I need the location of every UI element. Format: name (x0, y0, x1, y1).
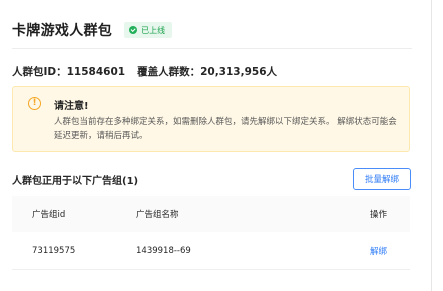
status-badge-label: 已上线 (141, 25, 166, 35)
header-divider (12, 48, 412, 49)
panel-header: 卡牌游戏人群包 已上线 (12, 20, 173, 40)
ad-group-name-cell: 1439918--69 (136, 245, 191, 256)
package-id-value: 11584601 (66, 66, 126, 78)
check-circle-icon (129, 26, 138, 34)
coverage-label: 覆盖人群数： (137, 66, 201, 78)
panel-edge-divider (431, 0, 432, 291)
notice-body: 人群包当前存在多种绑定关系，如需删除人群包，请先解绑以下绑定关系。 解绑状态可能… (54, 117, 397, 141)
notice-alert: ! 请注意! 人群包当前存在多种绑定关系，如需删除人群包，请先解绑以下绑定关系。… (12, 86, 410, 152)
coverage-value: 20,313,956人 (200, 66, 278, 78)
unbind-link[interactable]: 解绑 (370, 245, 387, 257)
ad-group-section-title: 人群包正用于以下广告组(1) (12, 176, 139, 187)
page-title: 卡牌游戏人群包 (12, 23, 113, 39)
ad-group-id-cell: 73119575 (32, 245, 76, 256)
notice-title: 请注意! (54, 101, 89, 112)
exclamation-circle-icon: ! (28, 97, 41, 110)
ad-group-table: 广告组id 广告组名称 操作 73119575 1439918--69 解绑 (12, 196, 410, 270)
package-id-label: 人群包ID： (12, 66, 67, 78)
bulk-unbind-button[interactable]: 批量解绑 (353, 168, 411, 190)
status-badge: 已上线 (124, 22, 173, 38)
column-header-ad-group-id: 广告组id (32, 210, 66, 220)
package-meta: 人群包ID：11584601 覆盖人群数：20,313,956人 (12, 64, 277, 79)
column-header-ad-group-name: 广告组名称 (136, 210, 179, 220)
column-header-action: 操作 (370, 210, 388, 220)
table-row: 73119575 1439918--69 解绑 (12, 232, 410, 270)
table-header: 广告组id 广告组名称 操作 (12, 196, 410, 232)
audience-package-panel: 卡牌游戏人群包 已上线 人群包ID：11584601 覆盖人群数：20,313,9… (0, 0, 420, 291)
